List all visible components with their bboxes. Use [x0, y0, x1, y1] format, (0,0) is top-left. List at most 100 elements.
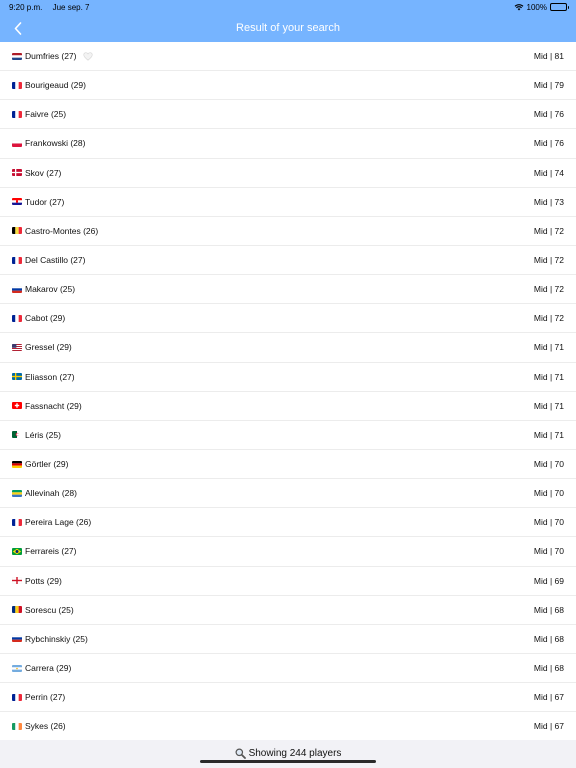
- flag-france-icon: [12, 693, 22, 701]
- player-position-rating: Mid | 71: [533, 371, 564, 382]
- player-info: Skov (27): [12, 168, 61, 178]
- player-list[interactable]: Dumfries (27) Mid | 81 Bourigeaud (29) Mid …: [0, 42, 576, 740]
- flag-netherlands-icon: [12, 52, 22, 60]
- player-position-rating: Mid | 73: [533, 196, 564, 207]
- player-row[interactable]: Perrin (27) Mid | 67: [0, 683, 576, 713]
- player-row[interactable]: Pereira Lage (26) Mid | 70: [0, 508, 576, 538]
- player-info: Gressel (29): [12, 342, 72, 352]
- player-row[interactable]: Ferrareis (27) Mid | 70: [0, 537, 576, 567]
- player-row[interactable]: Makarov (25) Mid | 72: [0, 275, 576, 305]
- player-row[interactable]: Sykes (26) Mid | 67: [0, 712, 576, 740]
- player-row[interactable]: Dumfries (27) Mid | 81: [0, 42, 576, 72]
- player-position-rating: Mid | 70: [533, 488, 564, 499]
- player-row[interactable]: Cabot (29) Mid | 72: [0, 304, 576, 334]
- flag-france-icon: [12, 110, 22, 118]
- player-info: Rybchinskiy (25): [12, 634, 88, 644]
- flag-croatia-icon: [12, 198, 22, 206]
- player-info: Perrin (27): [12, 692, 65, 702]
- player-row[interactable]: Fassnacht (29) Mid | 71: [0, 392, 576, 421]
- player-row[interactable]: Skov (27) Mid | 74: [0, 159, 576, 188]
- player-info: Görtler (29): [12, 459, 68, 469]
- wifi-icon: [514, 4, 523, 11]
- player-name: Léris (25): [25, 429, 61, 440]
- footer-bar: Showing 244 players: [0, 740, 576, 768]
- player-name: Pereira Lage (26): [25, 517, 92, 528]
- player-name: Carrera (29): [25, 663, 72, 674]
- player-info: Faivre (25): [12, 109, 66, 119]
- player-row[interactable]: Gressel (29) Mid | 71: [0, 333, 576, 363]
- player-info: Tudor (27): [12, 197, 64, 207]
- status-bar: 9:20 p.m. Jue sep. 7 100%: [0, 0, 576, 14]
- player-row[interactable]: Carrera (29) Mid | 68: [0, 654, 576, 684]
- player-name: Eliasson (27): [25, 371, 75, 382]
- player-info: Sorescu (25): [12, 605, 74, 615]
- player-name: Rybchinskiy (25): [25, 633, 88, 644]
- player-name: Cabot (29): [25, 313, 66, 324]
- battery-icon: [550, 3, 569, 11]
- player-row[interactable]: Sorescu (25) Mid | 68: [0, 596, 576, 625]
- player-position-rating: Mid | 76: [533, 138, 564, 149]
- player-position-rating: Mid | 68: [533, 663, 564, 674]
- back-button[interactable]: [8, 18, 28, 38]
- flag-switzerland-icon: [12, 402, 22, 410]
- player-name: Sykes (26): [25, 721, 66, 732]
- home-indicator: [200, 760, 376, 763]
- player-position-rating: Mid | 67: [533, 721, 564, 732]
- player-position-rating: Mid | 68: [533, 633, 564, 644]
- player-position-rating: Mid | 81: [533, 51, 564, 62]
- player-info: Pereira Lage (26): [12, 517, 91, 527]
- page-title: Result of your search: [236, 22, 340, 34]
- player-info: Potts (29): [12, 576, 62, 586]
- flag-france-icon: [12, 314, 22, 322]
- flag-gabon-icon: [12, 489, 22, 497]
- flag-sweden-icon: [12, 373, 22, 381]
- player-row[interactable]: Rybchinskiy (25) Mid | 68: [0, 625, 576, 654]
- flag-poland-icon: [12, 139, 22, 147]
- player-info: Ferrareis (27): [12, 546, 76, 556]
- player-name: Görtler (29): [25, 459, 69, 470]
- flag-russia-icon: [12, 635, 22, 643]
- player-position-rating: Mid | 67: [533, 692, 564, 703]
- player-position-rating: Mid | 72: [533, 225, 564, 236]
- flag-argentina-icon: [12, 664, 22, 672]
- flag-belgium-icon: [12, 227, 22, 235]
- battery-percent: 100%: [526, 2, 547, 12]
- player-row[interactable]: Léris (25) Mid | 71: [0, 421, 576, 450]
- player-position-rating: Mid | 71: [533, 400, 564, 411]
- player-info: Eliasson (27): [12, 372, 75, 382]
- player-info: Allevinah (28): [12, 488, 77, 498]
- player-info: Frankowski (28): [12, 138, 85, 148]
- flag-france-icon: [12, 518, 22, 526]
- player-name: Frankowski (28): [25, 138, 86, 149]
- player-position-rating: Mid | 74: [533, 167, 564, 178]
- player-name: Perrin (27): [25, 692, 66, 703]
- player-row[interactable]: Frankowski (28) Mid | 76: [0, 129, 576, 159]
- player-row[interactable]: Görtler (29) Mid | 70: [0, 450, 576, 480]
- player-row[interactable]: Bourigeaud (29) Mid | 79: [0, 71, 576, 101]
- player-row[interactable]: Eliasson (27) Mid | 71: [0, 363, 576, 392]
- status-right: 100%: [514, 2, 569, 12]
- player-row[interactable]: Faivre (25) Mid | 76: [0, 100, 576, 130]
- player-info: Cabot (29): [12, 313, 65, 323]
- player-position-rating: Mid | 70: [533, 517, 564, 528]
- player-position-rating: Mid | 68: [533, 604, 564, 615]
- player-row[interactable]: Del Castillo (27) Mid | 72: [0, 246, 576, 276]
- player-row[interactable]: Potts (29) Mid | 69: [0, 567, 576, 596]
- player-name: Del Castillo (27): [25, 255, 86, 266]
- player-row[interactable]: Allevinah (28) Mid | 70: [0, 479, 576, 509]
- player-position-rating: Mid | 79: [533, 80, 564, 91]
- heart-icon[interactable]: [83, 51, 94, 61]
- player-info: Bourigeaud (29): [12, 80, 86, 90]
- status-date: Jue sep. 7: [52, 2, 90, 12]
- player-info: Dumfries (27): [12, 51, 94, 61]
- player-position-rating: Mid | 72: [533, 255, 564, 266]
- flag-england-icon: [12, 577, 22, 585]
- player-row[interactable]: Tudor (27) Mid | 73: [0, 188, 576, 217]
- player-position-rating: Mid | 76: [533, 109, 564, 120]
- player-row[interactable]: Castro-Montes (26) Mid | 72: [0, 217, 576, 246]
- player-position-rating: Mid | 70: [533, 546, 564, 557]
- player-position-rating: Mid | 70: [533, 459, 564, 470]
- player-name: Skov (27): [25, 167, 62, 178]
- player-name: Gressel (29): [25, 342, 72, 353]
- player-name: Castro-Montes (26): [25, 225, 99, 236]
